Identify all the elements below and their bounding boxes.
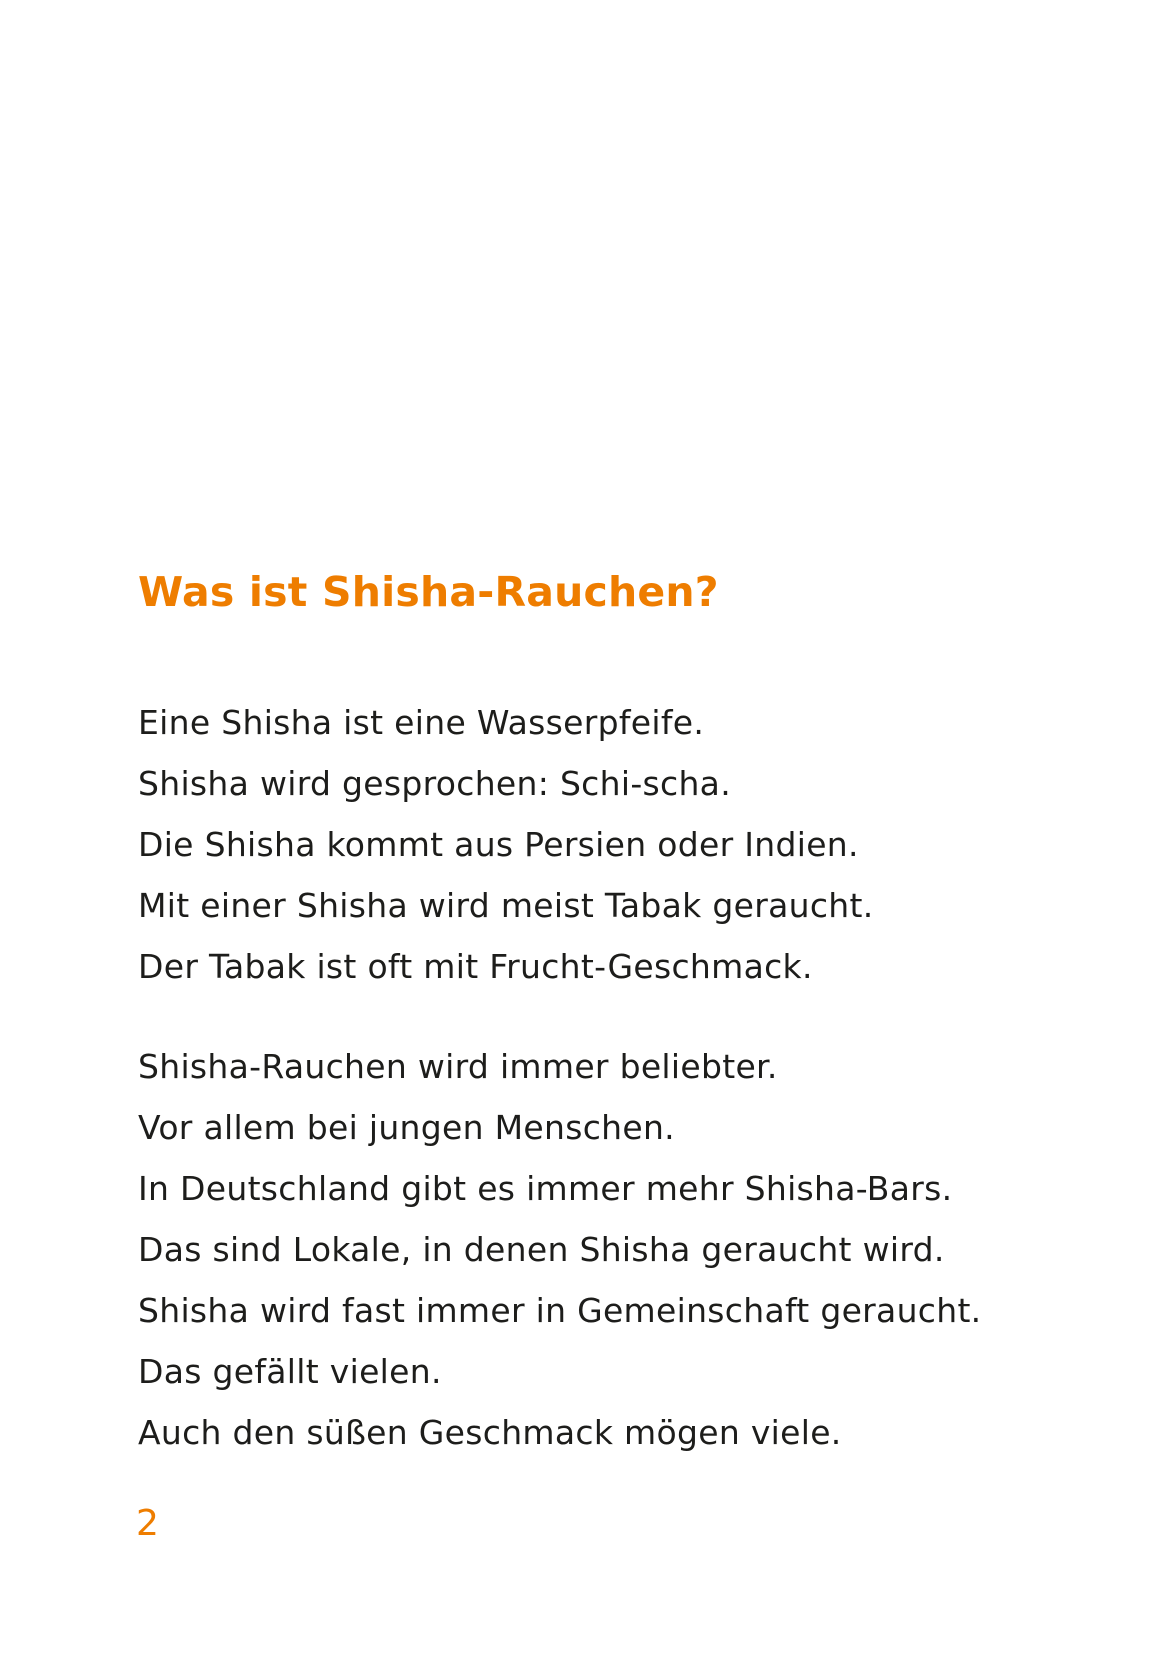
page-number: 2 bbox=[136, 1503, 159, 1544]
text-line: Auch den süßen Geschmack mögen viele. bbox=[138, 1413, 842, 1452]
text-line: Mit einer Shisha wird meist Tabak gerauc… bbox=[138, 886, 874, 925]
text-line: In Deutschland gibt es immer mehr Shisha… bbox=[138, 1169, 953, 1208]
document-page: Was ist Shisha-Rauchen? Eine Shisha ist … bbox=[0, 0, 1166, 1654]
page-title: Was ist Shisha-Rauchen? bbox=[138, 568, 719, 616]
text-line: Das gefällt vielen. bbox=[138, 1352, 442, 1391]
paragraph-popularity: Shisha-Rauchen wird immer beliebter. Vor… bbox=[138, 1036, 981, 1463]
text-line: Vor allem bei jungen Menschen. bbox=[138, 1108, 675, 1147]
text-line: Eine Shisha ist eine Wasserpfeife. bbox=[138, 703, 705, 742]
text-line: Die Shisha kommt aus Persien oder Indien… bbox=[138, 825, 859, 864]
text-line: Shisha-Rauchen wird immer beliebter. bbox=[138, 1047, 778, 1086]
text-line: Der Tabak ist oft mit Frucht-Geschmack. bbox=[138, 947, 813, 986]
text-line: Das sind Lokale, in denen Shisha gerauch… bbox=[138, 1230, 945, 1269]
text-line: Shisha wird gesprochen: Schi-scha. bbox=[138, 764, 731, 803]
paragraph-intro: Eine Shisha ist eine Wasserpfeife. Shish… bbox=[138, 692, 874, 997]
text-line: Shisha wird fast immer in Gemeinschaft g… bbox=[138, 1291, 982, 1330]
